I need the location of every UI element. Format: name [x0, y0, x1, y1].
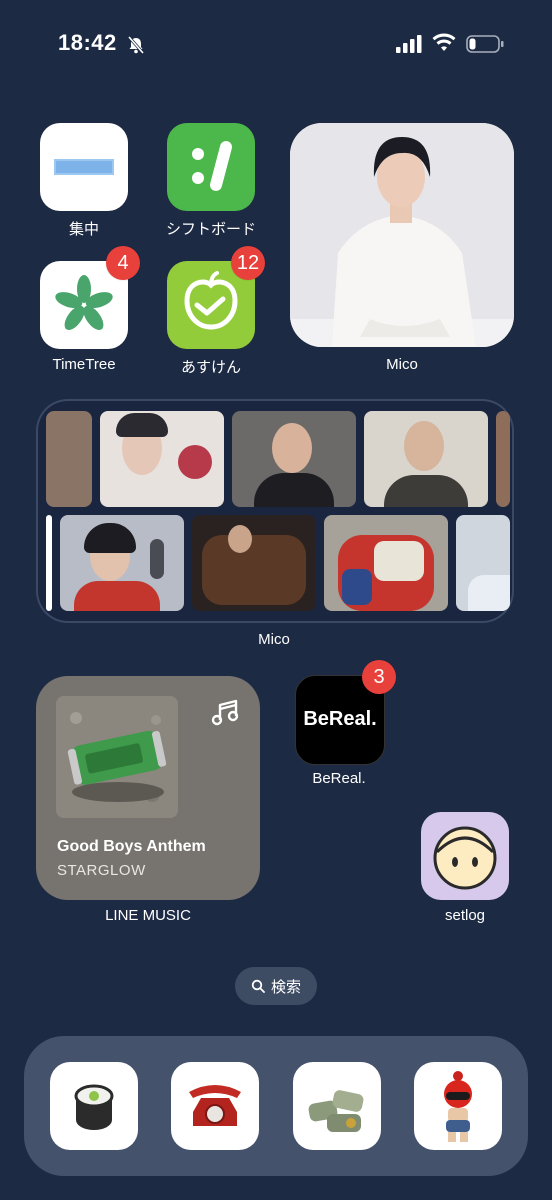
artist-name: STARGLOW: [57, 862, 146, 879]
bereal-icon-text: BeReal.: [303, 708, 377, 730]
music-note-icon: [211, 699, 239, 726]
bereal-badge: 3: [362, 660, 396, 694]
strip-photo-2: [100, 411, 224, 507]
dock-app-3[interactable]: [293, 1062, 381, 1150]
timetree-badge: 4: [106, 246, 140, 280]
dock-app-1[interactable]: [50, 1062, 138, 1150]
wifi-icon: [432, 33, 456, 51]
setlog-app-label: setlog: [444, 907, 486, 924]
status-time: 18:42: [58, 30, 117, 55]
strip-photo-9: [324, 515, 448, 611]
shiftboard-app-label: シフトボード: [165, 221, 256, 238]
strip-photo-6: [46, 515, 52, 611]
shuchu-app-icon[interactable]: [40, 123, 128, 211]
shiftboard-app-icon[interactable]: [167, 123, 255, 211]
strip-photo-5: [496, 411, 510, 507]
strip-photo-1: [46, 411, 92, 507]
sushi-roll-icon: [74, 1084, 114, 1130]
line-music-widget[interactable]: Good Boys Anthem STARGLOW: [36, 676, 260, 900]
photo-widget-label: Mico: [386, 356, 418, 373]
search-icon: [251, 979, 265, 993]
photo-widget[interactable]: [290, 123, 514, 347]
dock-app-4[interactable]: [414, 1062, 502, 1150]
setlog-app-icon[interactable]: [421, 812, 509, 900]
line-music-widget-label: LINE MUSIC: [105, 907, 191, 924]
search-label: 検索: [270, 978, 301, 996]
dock: [24, 1036, 528, 1176]
strip-photo-4: [364, 411, 488, 507]
song-title: Good Boys Anthem: [57, 838, 206, 855]
asuken-app-label: あすけん: [180, 359, 241, 376]
spotlight-search-button[interactable]: 検索: [235, 967, 317, 1005]
album-art: [56, 696, 178, 818]
photo-strip-widget[interactable]: [36, 399, 514, 623]
asuken-badge: 12: [231, 246, 265, 280]
silent-bell-icon: [127, 36, 145, 54]
red-phone-icon: [189, 1085, 241, 1126]
cellular-signal-icon: [396, 35, 422, 53]
bereal-app-label: BeReal.: [312, 770, 366, 787]
person-photo: [290, 123, 514, 347]
battery-icon: [466, 35, 504, 53]
money-stack-icon: [308, 1090, 364, 1132]
shuchu-app-label: 集中: [68, 221, 99, 238]
strip-photo-7: [60, 515, 184, 611]
strip-photo-3: [232, 411, 356, 507]
strip-photo-8: [192, 515, 316, 611]
figure-icon: [444, 1071, 472, 1142]
timetree-app-label: TimeTree: [52, 356, 116, 373]
dock-app-2[interactable]: [171, 1062, 259, 1150]
strip-photo-10: [456, 515, 510, 611]
photo-strip-widget-label: Mico: [258, 631, 290, 648]
